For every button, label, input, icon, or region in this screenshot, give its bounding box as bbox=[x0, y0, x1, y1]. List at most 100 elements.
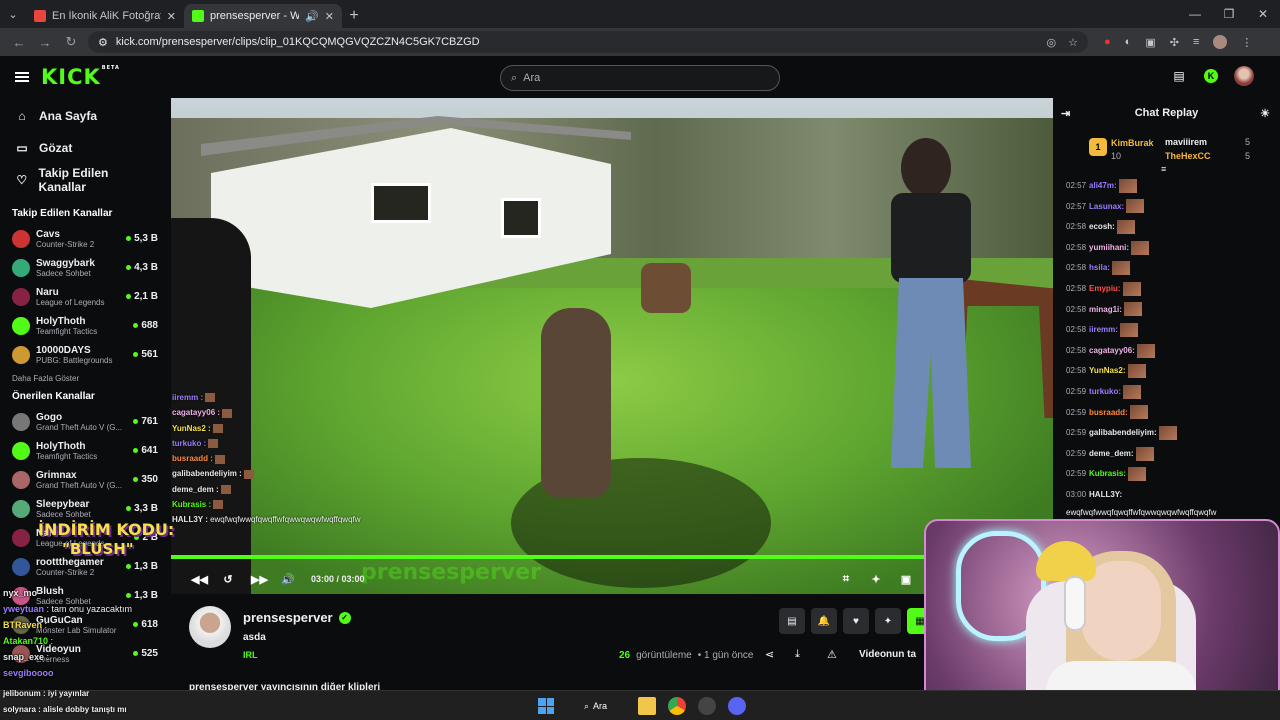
start-button[interactable] bbox=[538, 697, 554, 715]
file-explorer-icon[interactable] bbox=[638, 697, 656, 715]
chat-username[interactable]: hsila: bbox=[1089, 263, 1110, 272]
chat-message-text: ewqfwqfwwqfqwqffwfqwwqwqwfwqffqwqfw bbox=[1066, 507, 1217, 517]
chat-username[interactable]: ali47m: bbox=[1089, 181, 1117, 190]
profile-avatar[interactable] bbox=[1213, 35, 1228, 49]
reading-list-icon[interactable]: ≡ bbox=[1193, 36, 1199, 48]
search-input[interactable]: ⌕ Ara bbox=[500, 65, 780, 91]
download-icon[interactable]: ⤓ bbox=[795, 648, 800, 661]
sidebar-item-following[interactable]: ♡ Takip Edilen Kanallar bbox=[0, 164, 170, 196]
new-tab-button[interactable]: + bbox=[342, 4, 366, 28]
clips-icon[interactable]: ▤ bbox=[1170, 67, 1188, 85]
theater-mode-icon[interactable]: ▣ bbox=[899, 573, 913, 586]
channel-name[interactable]: prensesperver bbox=[243, 610, 333, 625]
back-icon[interactable]: ← bbox=[6, 35, 32, 50]
progress-bar[interactable] bbox=[171, 555, 1053, 559]
restore-icon[interactable]: ❐ bbox=[1212, 0, 1246, 28]
channel-row[interactable]: Gogo Grand Theft Auto V (G... 761 bbox=[0, 407, 170, 436]
crop-icon[interactable]: ⌗ bbox=[839, 573, 853, 586]
chat-username[interactable]: busraadd: bbox=[1089, 408, 1128, 417]
chat-username[interactable]: minag1i: bbox=[1089, 305, 1122, 314]
user-avatar[interactable] bbox=[1234, 66, 1254, 86]
chat-username[interactable]: Kubrasis: bbox=[1089, 469, 1126, 478]
channel-row[interactable]: HolyThoth Teamfight Tactics 641 bbox=[0, 436, 170, 465]
kick-coin-icon[interactable]: K bbox=[1204, 69, 1218, 83]
channel-row[interactable]: GuGuCan Monster Lab Simulator 618 bbox=[0, 610, 170, 639]
taskbar-search[interactable]: ⌕ Ara bbox=[584, 697, 607, 715]
chat-username[interactable]: ecosh: bbox=[1089, 222, 1115, 231]
channel-row[interactable]: 10000DAYS PUBG: Battlegrounds 561 bbox=[0, 340, 170, 369]
sidebar-item-home[interactable]: ⌂ Ana Sayfa bbox=[0, 100, 170, 132]
close-tab-icon[interactable]: ✕ bbox=[167, 10, 176, 23]
channel-row[interactable]: Grimnax Grand Theft Auto V (G... 350 bbox=[0, 465, 170, 494]
reload-icon[interactable]: ↻ bbox=[58, 34, 84, 50]
collapse-chat-icon[interactable]: ⇥ bbox=[1061, 107, 1070, 120]
channel-row[interactable]: Naru League of Legends 2,1 B bbox=[0, 282, 170, 311]
browser-tab-2[interactable]: prensesperver - Watch clips 🔊 ✕ bbox=[184, 4, 342, 28]
report-video-button[interactable]: Videonun ta bbox=[859, 649, 916, 660]
channel-row[interactable]: Swaggybark Sadece Sohbet 4,3 B bbox=[0, 253, 170, 282]
clip-category[interactable]: IRL bbox=[243, 650, 258, 660]
sidebar-item-browse[interactable]: ▭ Gözat bbox=[0, 132, 170, 164]
forward-icon[interactable]: → bbox=[32, 35, 58, 50]
volume-icon[interactable]: 🔊 bbox=[281, 573, 295, 586]
bookmark-star-icon[interactable]: ☆ bbox=[1068, 36, 1078, 49]
channel-row[interactable]: Videoyun Everness 525 bbox=[0, 639, 170, 668]
report-icon[interactable]: ⚠ bbox=[827, 648, 837, 661]
sun-icon[interactable]: ☀ bbox=[1260, 107, 1270, 120]
chat-username[interactable]: galibabendeliyim: bbox=[1089, 428, 1157, 437]
address-bar[interactable]: ⚙ kick.com/prensesperver/clips/clip_01KQ… bbox=[88, 31, 1088, 53]
channel-row[interactable]: HolyThoth Teamfight Tactics 688 bbox=[0, 311, 170, 340]
close-tab-icon[interactable]: ✕ bbox=[325, 10, 334, 23]
chat-username[interactable]: deme_dem: bbox=[1089, 449, 1133, 458]
sparkle-icon[interactable]: ✦ bbox=[869, 573, 883, 586]
replay-icon[interactable]: ↺ bbox=[221, 573, 235, 586]
speaker-icon[interactable]: 🔊 bbox=[305, 10, 319, 23]
video-player[interactable]: iiremm : cagatayy06 : YunNas2 : turkuko : bu… bbox=[171, 98, 1053, 594]
site-info-icon[interactable]: ⚙ bbox=[98, 36, 108, 49]
menu-icon[interactable] bbox=[15, 72, 29, 82]
channel-row[interactable]: Naru League of Legends 2 B bbox=[0, 523, 170, 552]
clip-list-icon[interactable]: ▤ bbox=[779, 608, 805, 634]
share-icon[interactable]: ⋖ bbox=[765, 648, 774, 661]
extension-icon[interactable]: ▣ bbox=[1145, 36, 1155, 49]
browser-tab-1[interactable]: En İkonik AliK Fotoğrafları (pre ✕ bbox=[26, 4, 184, 28]
channel-avatar[interactable] bbox=[189, 606, 231, 648]
minimize-icon[interactable]: — bbox=[1178, 0, 1212, 28]
chat-username[interactable]: YunNas2: bbox=[1089, 366, 1125, 375]
chat-username[interactable]: Lasunax: bbox=[1089, 202, 1124, 211]
extension-icon[interactable]: ◐ bbox=[1125, 36, 1132, 48]
sparkle-icon[interactable]: ✦ bbox=[875, 608, 901, 634]
close-window-icon[interactable]: ✕ bbox=[1246, 0, 1280, 28]
channel-row[interactable]: Cavs Counter-Strike 2 5,3 B bbox=[0, 224, 170, 253]
gifter-name[interactable]: KimBurak bbox=[1111, 138, 1154, 148]
chat-username[interactable]: iiremm: bbox=[1089, 325, 1118, 334]
bell-icon[interactable]: 🔔 bbox=[811, 608, 837, 634]
heart-icon[interactable]: ♥ bbox=[843, 608, 869, 634]
channel-row[interactable]: roottthegamer Counter-Strike 2 1,3 B bbox=[0, 552, 170, 581]
rewind-icon[interactable]: ◀◀ bbox=[191, 573, 208, 586]
chrome-menu-icon[interactable]: ⋮ bbox=[1241, 36, 1252, 49]
kick-logo[interactable]: KICKBETA bbox=[41, 65, 120, 89]
live-dot-icon bbox=[133, 651, 139, 656]
extension-icon[interactable]: ● bbox=[1104, 36, 1111, 48]
discord-icon[interactable] bbox=[728, 697, 746, 715]
eye-off-icon[interactable]: ◎ bbox=[1047, 36, 1057, 49]
gifter-name[interactable]: TheHexCC bbox=[1165, 151, 1211, 161]
forward-icon[interactable]: ▶▶ bbox=[251, 573, 268, 586]
channel-game: League of Legends bbox=[36, 297, 105, 307]
tab-search-icon[interactable]: ⌄ bbox=[0, 0, 26, 28]
filter-icon[interactable]: ≡ bbox=[1161, 164, 1166, 174]
chat-username[interactable]: yumiihani: bbox=[1089, 243, 1129, 252]
url-text[interactable]: kick.com/prensesperver/clips/clip_01KQCQ… bbox=[116, 36, 480, 48]
chat-username[interactable]: cagatayy06: bbox=[1089, 346, 1135, 355]
puzzle-icon[interactable]: ✣ bbox=[1170, 36, 1179, 49]
app-icon[interactable] bbox=[698, 697, 716, 715]
chat-username[interactable]: turkuko: bbox=[1089, 387, 1121, 396]
chat-username[interactable]: Emypiu: bbox=[1089, 284, 1121, 293]
chat-username[interactable]: HALL3Y: bbox=[1089, 490, 1122, 499]
channel-row[interactable]: Blush Sadece Sohbet 1,3 B bbox=[0, 581, 170, 610]
gifter-name[interactable]: maviiirem bbox=[1165, 137, 1207, 147]
channel-row[interactable]: Sleepybear Sadece Sohbet 3,3 B bbox=[0, 494, 170, 523]
chrome-icon[interactable] bbox=[668, 697, 686, 715]
show-more-link[interactable]: Daha Fazla Göster bbox=[0, 369, 170, 387]
